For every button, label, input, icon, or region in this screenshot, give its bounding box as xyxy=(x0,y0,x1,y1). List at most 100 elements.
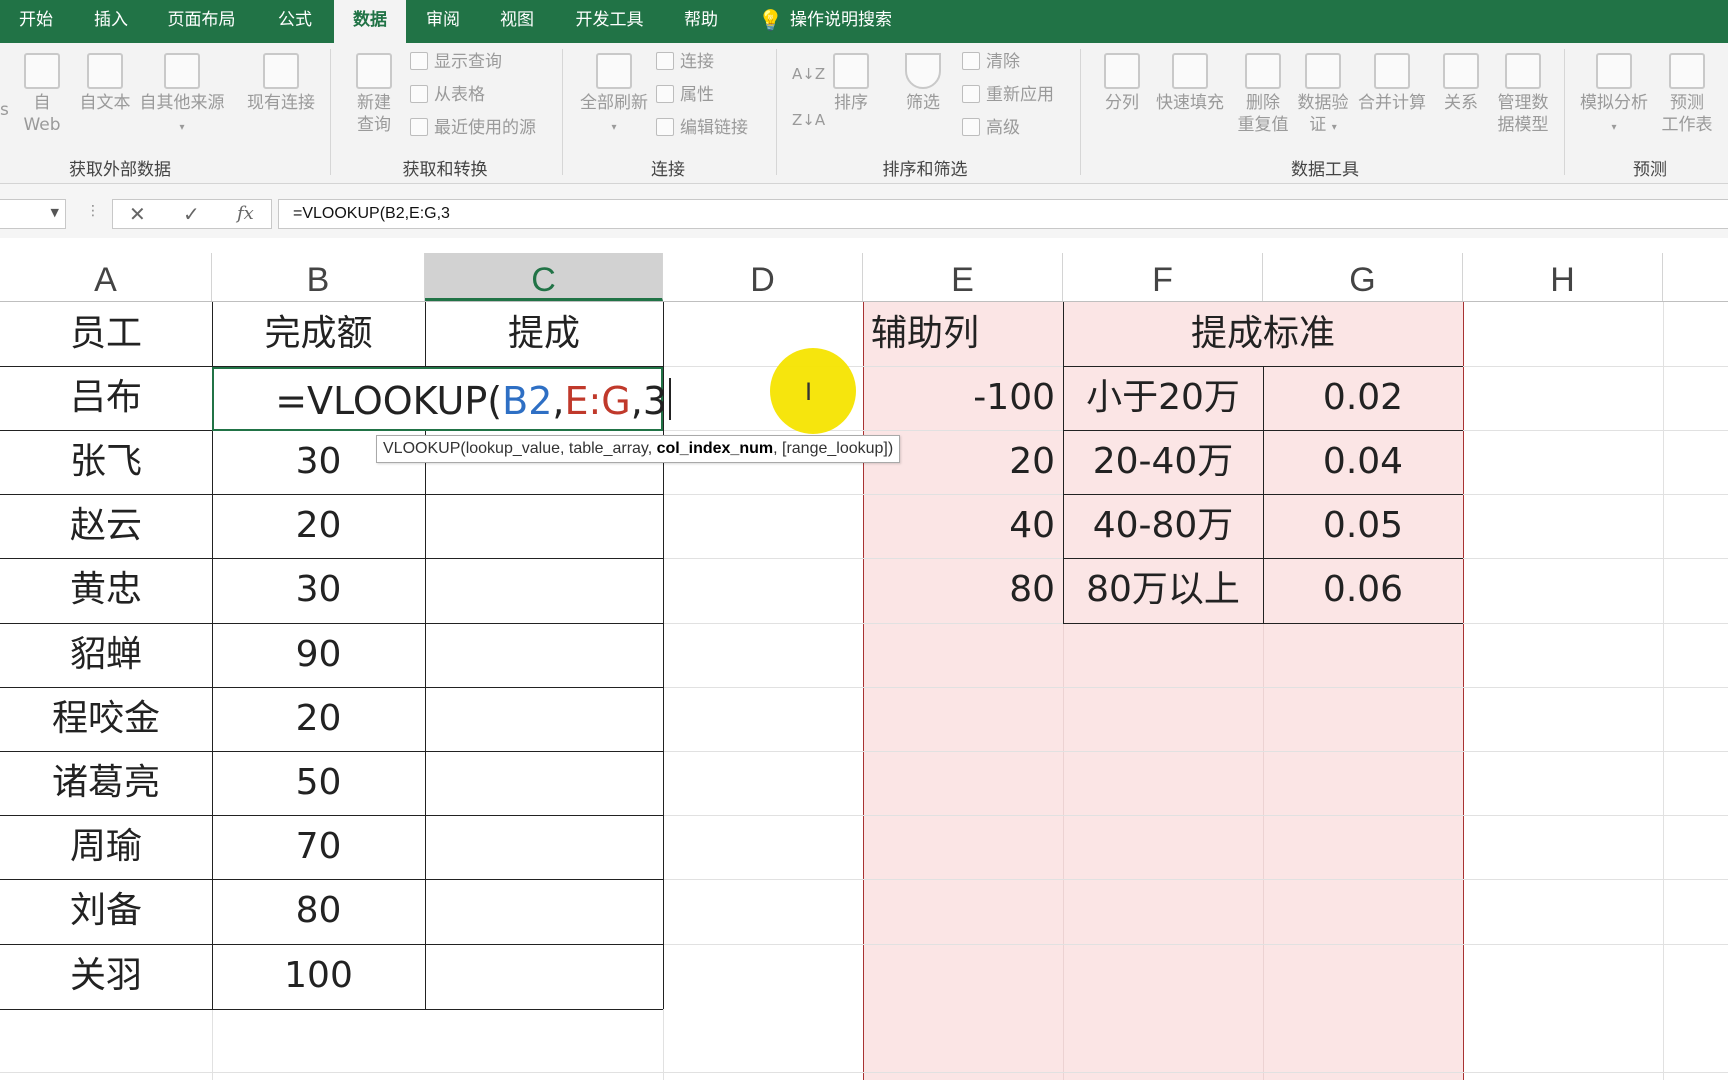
forecast-sheet-button[interactable]: 预测 工作表 xyxy=(1656,53,1718,136)
standard-range[interactable]: 小于20万 xyxy=(1063,366,1263,430)
standard-rate[interactable]: 0.05 xyxy=(1263,494,1463,558)
edit-links-button[interactable]: 编辑链接 xyxy=(656,115,748,141)
cancel-icon[interactable]: ✕ xyxy=(129,200,146,228)
employee-amount[interactable]: 70 xyxy=(212,815,425,879)
tab-formulas[interactable]: 公式 xyxy=(260,0,330,43)
header-commission-standard[interactable]: 提成标准 xyxy=(1063,302,1463,366)
from-other-sources-button[interactable]: 自其他来源 ▾ xyxy=(136,53,228,139)
formula-bar-resize-handle[interactable]: ⋮ xyxy=(86,203,100,219)
advanced-filter-button[interactable]: 高级 xyxy=(962,115,1020,141)
employee-name[interactable]: 周瑜 xyxy=(0,815,212,879)
helper-value[interactable]: 80 xyxy=(863,558,1063,622)
formula-input[interactable]: =VLOOKUP(B2,E:G,3 xyxy=(278,199,1728,229)
tab-insert[interactable]: 插入 xyxy=(76,0,146,43)
new-query-button[interactable]: 新建 查询 xyxy=(344,53,404,136)
group-separator xyxy=(776,49,777,175)
active-cell-editor[interactable]: =VLOOKUP(B2,E:G,3 xyxy=(212,367,671,431)
in-cell-formula[interactable]: =VLOOKUP(B2,E:G,3 xyxy=(275,369,671,433)
employee-name[interactable]: 赵云 xyxy=(0,494,212,558)
tooltip-function[interactable]: VLOOKUP(lookup_value, table_array, xyxy=(383,440,657,457)
helper-value[interactable]: 40 xyxy=(863,494,1063,558)
tooltip-current-arg[interactable]: col_index_num xyxy=(657,440,773,457)
insert-function-icon[interactable]: fx xyxy=(237,200,254,228)
standard-rate[interactable]: 0.06 xyxy=(1263,558,1463,622)
tab-help[interactable]: 帮助 xyxy=(666,0,736,43)
text-to-columns-button[interactable]: 分列 xyxy=(1094,53,1150,114)
tab-review[interactable]: 审阅 xyxy=(408,0,478,43)
employee-name[interactable]: 黄忠 xyxy=(0,558,212,622)
show-queries-button[interactable]: 显示查询 xyxy=(410,49,502,75)
column-header-c[interactable]: C xyxy=(425,253,663,301)
column-header-h[interactable]: H xyxy=(1463,253,1663,301)
from-text-button[interactable]: 自文本 xyxy=(74,53,136,114)
header-amount[interactable]: 完成额 xyxy=(212,302,425,366)
column-header-a[interactable]: A xyxy=(0,253,212,301)
helper-value[interactable]: -100 xyxy=(863,366,1063,430)
cut-off-label: s xyxy=(0,100,9,120)
employee-amount[interactable]: 20 xyxy=(212,494,425,558)
tab-developer[interactable]: 开发工具 xyxy=(562,0,657,43)
standard-rate[interactable]: 0.02 xyxy=(1263,366,1463,430)
employee-name[interactable]: 程咬金 xyxy=(0,687,212,751)
chevron-down-icon[interactable]: ▼ xyxy=(51,206,59,219)
formula-rest: ,3 xyxy=(630,379,667,423)
employee-name[interactable]: 关羽 xyxy=(0,944,212,1008)
column-header-d[interactable]: D xyxy=(663,253,863,301)
header-employee[interactable]: 员工 xyxy=(0,302,212,366)
tab-view[interactable]: 视图 xyxy=(482,0,552,43)
data-validation-button[interactable]: 数据验 证 ▾ xyxy=(1294,53,1352,139)
existing-connections-button[interactable]: 现有连接 xyxy=(240,53,322,114)
header-commission[interactable]: 提成 xyxy=(425,302,663,366)
column-header-f[interactable]: F xyxy=(1063,253,1263,301)
manage-data-model-button[interactable]: 管理数 据模型 xyxy=(1492,53,1554,136)
flash-fill-button[interactable]: 快速填充 xyxy=(1152,53,1228,114)
column-header-b[interactable]: B xyxy=(212,253,425,301)
tab-data[interactable]: 数据 xyxy=(334,0,406,43)
employee-name[interactable]: 张飞 xyxy=(0,430,212,494)
sort-button[interactable]: 排序 xyxy=(826,53,876,114)
manage-data-model-label-2: 据模型 xyxy=(1497,115,1549,135)
standard-range[interactable]: 40-80万 xyxy=(1063,494,1263,558)
standard-range[interactable]: 20-40万 xyxy=(1063,430,1263,494)
employee-name[interactable]: 诸葛亮 xyxy=(0,751,212,815)
relationships-button[interactable]: 关系 xyxy=(1436,53,1486,114)
name-box[interactable]: ▼ xyxy=(0,199,66,229)
enter-icon[interactable]: ✓ xyxy=(183,200,200,228)
standard-range[interactable]: 80万以上 xyxy=(1063,558,1263,622)
tooltip-tail[interactable]: , [range_lookup]) xyxy=(773,440,893,457)
connections-label: 连接 xyxy=(680,52,714,72)
column-header-g[interactable]: G xyxy=(1263,253,1463,301)
sort-descending-button[interactable]: Z↓A xyxy=(792,107,825,133)
what-if-analysis-button[interactable]: 模拟分析 ▾ xyxy=(1576,53,1652,139)
reapply-button[interactable]: 重新应用 xyxy=(962,82,1054,108)
employee-amount[interactable]: 50 xyxy=(212,751,425,815)
employee-amount[interactable]: 90 xyxy=(212,623,425,687)
tell-me-search[interactable]: 操作说明搜索 xyxy=(790,0,920,43)
worksheet-grid[interactable]: 员工 完成额 提成 辅助列 提成标准 吕布 张飞 30 赵云 20 黄忠 30 … xyxy=(0,302,1728,1080)
employee-amount[interactable]: 30 xyxy=(212,558,425,622)
clear-filter-button[interactable]: 清除 xyxy=(962,49,1020,75)
tab-page-layout[interactable]: 页面布局 xyxy=(154,0,249,43)
standard-rate[interactable]: 0.04 xyxy=(1263,430,1463,494)
consolidate-button[interactable]: 合并计算 xyxy=(1354,53,1430,114)
from-table-button[interactable]: 从表格 xyxy=(410,82,485,108)
show-queries-icon xyxy=(410,52,428,70)
employee-amount[interactable]: 20 xyxy=(212,687,425,751)
remove-duplicates-button[interactable]: 删除 重复值 xyxy=(1232,53,1294,136)
funnel-icon xyxy=(905,53,941,89)
header-helper-column[interactable]: 辅助列 xyxy=(863,302,1063,366)
refresh-all-button[interactable]: 全部刷新 ▾ xyxy=(576,53,652,139)
sort-ascending-button[interactable]: A↓Z xyxy=(792,61,825,87)
employee-name[interactable]: 刘备 xyxy=(0,879,212,943)
employee-amount[interactable]: 80 xyxy=(212,879,425,943)
employee-amount[interactable]: 100 xyxy=(212,944,425,1008)
properties-button[interactable]: 属性 xyxy=(656,82,714,108)
filter-button[interactable]: 筛选 xyxy=(898,53,948,114)
employee-name[interactable]: 貂蝉 xyxy=(0,623,212,687)
connections-button[interactable]: 连接 xyxy=(656,49,714,75)
recent-sources-button[interactable]: 最近使用的源 xyxy=(410,115,536,141)
column-header-e[interactable]: E xyxy=(863,253,1063,301)
from-web-button[interactable]: 自 Web xyxy=(18,53,66,136)
employee-name[interactable]: 吕布 xyxy=(0,366,212,430)
tab-home[interactable]: 开始 xyxy=(0,0,72,43)
